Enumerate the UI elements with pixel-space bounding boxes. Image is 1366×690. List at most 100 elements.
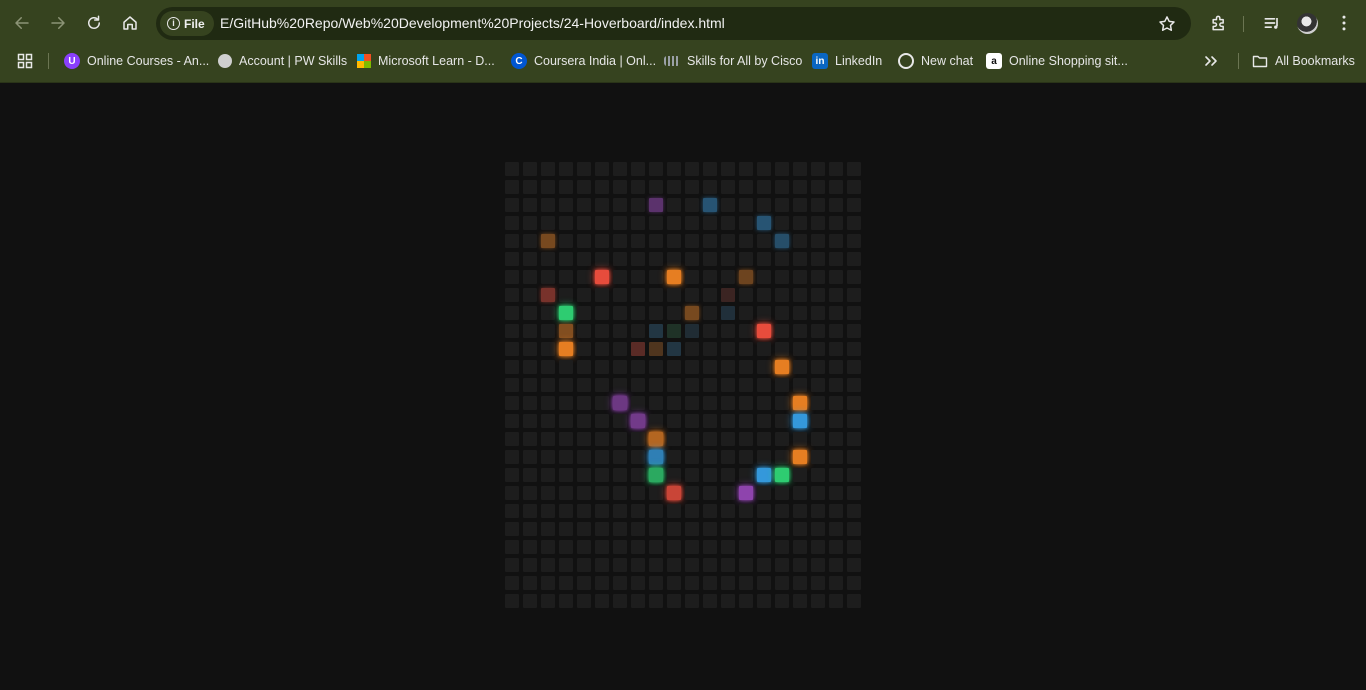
board-square[interactable]	[505, 162, 519, 176]
board-square[interactable]	[811, 162, 825, 176]
board-square[interactable]	[649, 288, 663, 302]
board-square[interactable]	[577, 378, 591, 392]
board-square[interactable]	[829, 306, 843, 320]
board-square[interactable]	[541, 342, 555, 356]
board-square[interactable]	[703, 342, 717, 356]
board-square[interactable]	[757, 180, 771, 194]
board-square[interactable]	[811, 198, 825, 212]
board-square[interactable]	[613, 324, 627, 338]
more-bookmarks-button[interactable]	[1203, 50, 1219, 72]
board-square[interactable]	[541, 252, 555, 266]
board-square[interactable]	[631, 576, 645, 590]
board-square[interactable]	[649, 342, 663, 356]
board-square[interactable]	[811, 360, 825, 374]
board-square[interactable]	[757, 324, 771, 338]
board-square[interactable]	[685, 234, 699, 248]
board-square[interactable]	[703, 216, 717, 230]
board-square[interactable]	[757, 576, 771, 590]
board-square[interactable]	[775, 234, 789, 248]
board-square[interactable]	[829, 414, 843, 428]
board-square[interactable]	[757, 198, 771, 212]
profile-avatar[interactable]	[1297, 13, 1318, 34]
bookmark-item[interactable]: Account | PW Skills	[218, 50, 347, 72]
board-square[interactable]	[541, 306, 555, 320]
board-square[interactable]	[613, 288, 627, 302]
board-square[interactable]	[811, 270, 825, 284]
extensions-button[interactable]	[1208, 12, 1230, 34]
board-square[interactable]	[649, 594, 663, 608]
board-square[interactable]	[523, 558, 537, 572]
board-square[interactable]	[703, 576, 717, 590]
board-square[interactable]	[829, 270, 843, 284]
board-square[interactable]	[559, 504, 573, 518]
board-square[interactable]	[793, 270, 807, 284]
board-square[interactable]	[721, 378, 735, 392]
board-square[interactable]	[703, 450, 717, 464]
board-square[interactable]	[811, 252, 825, 266]
board-square[interactable]	[559, 414, 573, 428]
board-square[interactable]	[829, 504, 843, 518]
board-square[interactable]	[577, 234, 591, 248]
board-square[interactable]	[541, 486, 555, 500]
board-square[interactable]	[667, 378, 681, 392]
board-square[interactable]	[631, 270, 645, 284]
board-square[interactable]	[667, 252, 681, 266]
board-square[interactable]	[577, 342, 591, 356]
board-square[interactable]	[505, 576, 519, 590]
star-icon[interactable]	[1157, 14, 1177, 34]
board-square[interactable]	[775, 252, 789, 266]
board-square[interactable]	[757, 468, 771, 482]
board-square[interactable]	[685, 504, 699, 518]
board-square[interactable]	[829, 540, 843, 554]
board-square[interactable]	[595, 252, 609, 266]
board-square[interactable]	[757, 288, 771, 302]
board-square[interactable]	[613, 270, 627, 284]
board-square[interactable]	[667, 234, 681, 248]
board-square[interactable]	[631, 504, 645, 518]
board-square[interactable]	[667, 486, 681, 500]
board-square[interactable]	[829, 378, 843, 392]
board-square[interactable]	[505, 288, 519, 302]
board-square[interactable]	[739, 414, 753, 428]
board-square[interactable]	[811, 288, 825, 302]
board-square[interactable]	[631, 522, 645, 536]
board-square[interactable]	[631, 594, 645, 608]
board-square[interactable]	[721, 198, 735, 212]
board-square[interactable]	[649, 216, 663, 230]
board-square[interactable]	[541, 522, 555, 536]
board-square[interactable]	[631, 324, 645, 338]
board-square[interactable]	[649, 306, 663, 320]
bookmark-item[interactable]: Microsoft Learn - D...	[357, 50, 495, 72]
board-square[interactable]	[739, 540, 753, 554]
menu-button[interactable]	[1333, 12, 1355, 34]
board-square[interactable]	[667, 432, 681, 446]
board-square[interactable]	[775, 216, 789, 230]
board-square[interactable]	[631, 540, 645, 554]
board-square[interactable]	[541, 198, 555, 212]
board-square[interactable]	[829, 216, 843, 230]
board-square[interactable]	[775, 396, 789, 410]
apps-button[interactable]	[17, 50, 33, 72]
board-square[interactable]	[721, 216, 735, 230]
board-square[interactable]	[775, 522, 789, 536]
board-square[interactable]	[595, 198, 609, 212]
board-square[interactable]	[541, 432, 555, 446]
board-square[interactable]	[685, 558, 699, 572]
board-square[interactable]	[595, 270, 609, 284]
board-square[interactable]	[523, 324, 537, 338]
board-square[interactable]	[541, 234, 555, 248]
board-square[interactable]	[721, 594, 735, 608]
board-square[interactable]	[793, 162, 807, 176]
board-square[interactable]	[613, 252, 627, 266]
board-square[interactable]	[721, 450, 735, 464]
board-square[interactable]	[721, 306, 735, 320]
board-square[interactable]	[811, 216, 825, 230]
board-square[interactable]	[631, 360, 645, 374]
board-square[interactable]	[559, 522, 573, 536]
board-square[interactable]	[703, 198, 717, 212]
board-square[interactable]	[739, 252, 753, 266]
board-square[interactable]	[559, 594, 573, 608]
bookmark-item[interactable]: C Coursera India | Onl...	[511, 50, 656, 72]
board-square[interactable]	[757, 522, 771, 536]
board-square[interactable]	[775, 342, 789, 356]
